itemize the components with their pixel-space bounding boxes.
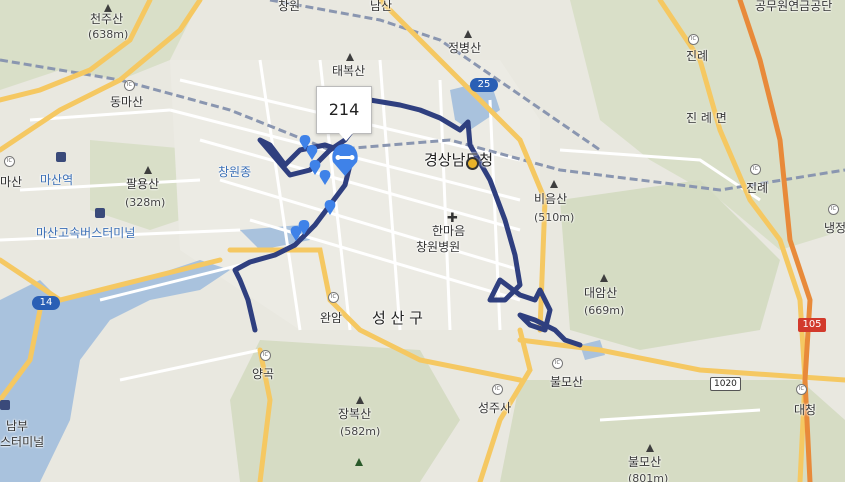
label-jangboksan: 장복산 — [338, 407, 372, 421]
route-105-shield: 105 — [798, 318, 826, 332]
label-daecheong: 대청 — [794, 403, 817, 417]
label-seongjusa: 성주사 — [478, 401, 512, 415]
label-bieumsan-elev: (510m) — [534, 211, 575, 224]
route-14-shield: 14 — [32, 296, 60, 310]
mountain-icon — [346, 53, 354, 61]
label-daeamsan: 대암산 — [584, 286, 618, 300]
label-mamasan: 마산 — [0, 175, 23, 189]
station-icon — [95, 208, 105, 218]
label-yanggok: 양곡 — [252, 367, 275, 381]
label-changwonjong: 창원종 — [218, 165, 252, 179]
ic-icon: IC — [492, 384, 503, 395]
label-hanmaeum-1: 한마음 — [432, 224, 466, 238]
label-nambu-2: 스터미널 — [0, 435, 45, 449]
ic-icon: IC — [828, 204, 839, 215]
label-jangboksan-elev: (582m) — [340, 425, 381, 438]
label-changwon-top: 창원 — [278, 0, 301, 13]
ic-icon: IC — [260, 350, 271, 361]
label-masan-terminal: 마산고속버스터미널 — [36, 226, 136, 240]
label-daeamsan-elev: (669m) — [584, 304, 625, 317]
label-jinrye-top: 진례 — [686, 49, 709, 63]
tree-icon — [355, 458, 363, 466]
label-naengjeong: 냉정 — [824, 221, 845, 235]
ic-icon: IC — [328, 292, 339, 303]
mountain-icon — [600, 274, 608, 282]
label-nambu-1: 남부 — [6, 419, 29, 433]
label-palyongsan: 팔용산 — [126, 177, 160, 191]
label-bieumsan: 비음산 — [534, 192, 568, 206]
label-jinrye-ic: 진례 — [746, 181, 769, 195]
label-jinrye-myeon: 진 례 면 — [686, 111, 727, 125]
label-gongmu: 공무원연금공단 — [755, 0, 833, 13]
route-1020-shield: 1020 — [710, 377, 741, 391]
mountain-icon — [144, 166, 152, 174]
ic-icon: IC — [796, 384, 807, 395]
station-icon — [0, 400, 10, 410]
label-hanmaeum-2: 창원병원 — [416, 240, 461, 254]
label-seongsan-gu: 성 산 구 — [372, 309, 423, 327]
label-cheonjusan-elev: (638m) — [88, 28, 129, 41]
ic-icon: IC — [124, 80, 135, 91]
ic-icon: IC — [688, 34, 699, 45]
label-taebuksan: 태복산 — [332, 64, 366, 78]
mountain-icon — [356, 396, 364, 404]
route-25-shield: 25 — [470, 78, 498, 92]
label-masanyeok: 마산역 — [40, 173, 74, 187]
government-icon — [466, 157, 479, 170]
label-wanam: 완암 — [320, 311, 343, 325]
label-palyongsan-elev: (328m) — [125, 196, 166, 209]
ic-icon: IC — [750, 164, 761, 175]
label-bulmosan: 불모산 — [628, 455, 662, 469]
ic-icon: IC — [4, 156, 15, 167]
map-canvas[interactable]: 214 천주산 (638m) 팔용산 (328m) 태복산 정병산 비음산 (5… — [0, 0, 845, 482]
label-dongmasan: 동마산 — [110, 95, 144, 109]
label-bulmosan-elev: (801m) — [628, 472, 669, 482]
label-namsan: 남산 — [370, 0, 393, 13]
label-cheonjusan: 천주산 — [90, 12, 124, 26]
label-jeongbyeongsan: 정병산 — [448, 41, 482, 55]
hospital-icon: ✚ — [447, 211, 458, 226]
label-bulmosan-ic: 불모산 — [550, 375, 584, 389]
station-icon — [56, 152, 66, 162]
label-gyeongsang-office: 경상남도청 — [424, 151, 494, 169]
mountain-icon — [104, 4, 112, 12]
marker-popup[interactable]: 214 — [316, 86, 372, 141]
mountain-icon — [464, 30, 472, 38]
mountain-icon — [550, 180, 558, 188]
mountain-icon — [646, 444, 654, 452]
ic-icon: IC — [552, 358, 563, 369]
